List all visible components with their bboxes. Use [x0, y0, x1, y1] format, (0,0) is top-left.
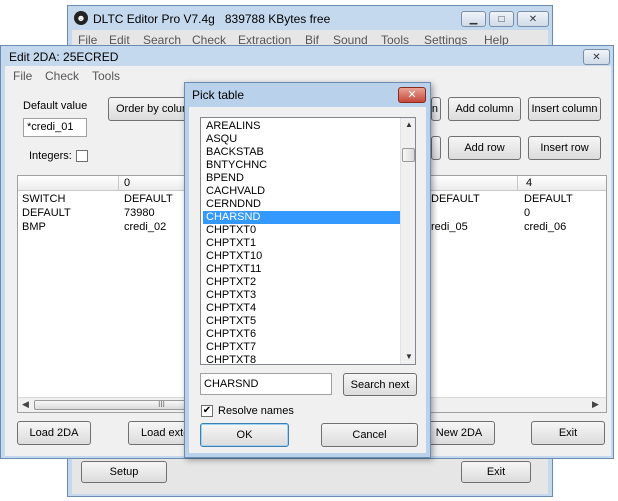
integers-checkbox[interactable] [76, 150, 88, 162]
list-item[interactable]: CHPTXT1 [203, 237, 401, 250]
cell-value[interactable]: 73980 [124, 207, 155, 219]
insert-row-button[interactable]: Insert row [528, 136, 601, 160]
insert-column-button[interactable]: Insert column [528, 97, 601, 121]
listbox-items: AREALINS ASQU BACKSTAB BNTYCHNC BPEND CACHVAL… [203, 120, 403, 364]
default-value-label: Default value [23, 100, 88, 112]
list-item[interactable]: CHPTXT3 [203, 289, 401, 302]
pick-table-dialog: Pick table ✕ AREALINS ASQU BACKSTAB BNTYCHN… [184, 82, 431, 458]
editor-menu-check[interactable]: Check [45, 69, 79, 83]
order-by-column-button[interactable]: Order by colum [108, 97, 188, 121]
list-item[interactable]: CHARSND [203, 211, 401, 224]
list-item[interactable]: AREALINS [203, 120, 401, 133]
add-column-button[interactable]: Add column [448, 97, 521, 121]
editor-menu-tools[interactable]: Tools [92, 69, 120, 83]
list-item[interactable]: CACHVALD [203, 185, 401, 198]
row-label[interactable]: SWITCH [22, 193, 65, 205]
cell-value[interactable]: DEFAULT [431, 193, 480, 205]
editor-close-button[interactable]: ✕ [583, 49, 610, 65]
list-item[interactable]: CHPTXT6 [203, 328, 401, 341]
main-window-title: DLTC Editor Pro V7.4g [93, 12, 215, 26]
search-next-button[interactable]: Search next [343, 373, 417, 396]
close-button[interactable]: ✕ [517, 11, 549, 27]
cancel-button[interactable]: Cancel [321, 423, 418, 447]
dialog-client: AREALINS ASQU BACKSTAB BNTYCHNC BPEND CACHVAL… [189, 107, 426, 453]
dialog-title: Pick table [192, 88, 245, 102]
list-item[interactable]: CHPTXT10 [203, 250, 401, 263]
dialog-close-button[interactable]: ✕ [398, 87, 426, 103]
minimize-icon: ▁ [469, 13, 478, 25]
resolve-names-checkbox[interactable]: ✔ [201, 405, 213, 417]
scroll-down-icon[interactable]: ▼ [405, 352, 413, 361]
editor-window-title: Edit 2DA: 25ECRED [9, 50, 119, 64]
checkmark-icon: ✔ [202, 405, 212, 416]
list-item[interactable]: CHPTXT0 [203, 224, 401, 237]
row-label[interactable]: DEFAULT [22, 207, 71, 219]
maximize-button[interactable]: □ [489, 11, 514, 27]
scroll-grip-icon: III [158, 400, 165, 409]
main-exit-button[interactable]: Exit [461, 461, 531, 483]
table-listbox[interactable]: AREALINS ASQU BACKSTAB BNTYCHNC BPEND CACHVAL… [200, 117, 416, 365]
new-2da-button[interactable]: New 2DA [423, 421, 495, 445]
list-item[interactable]: CHPTXT7 [203, 341, 401, 354]
add-row-button[interactable]: Add row [448, 136, 521, 160]
load-2da-button[interactable]: Load 2DA [17, 421, 91, 445]
default-value-input[interactable]: *credi_01 [23, 118, 87, 137]
list-item[interactable]: CHPTXT2 [203, 276, 401, 289]
setup-button[interactable]: Setup [81, 461, 167, 483]
scrollbar-thumb[interactable] [402, 148, 415, 162]
close-icon: ✕ [592, 51, 601, 63]
minimize-button[interactable]: ▁ [461, 11, 486, 27]
cell-value[interactable]: DEFAULT [124, 193, 173, 205]
header-col-4[interactable]: 4 [526, 177, 532, 189]
close-icon: ✕ [528, 13, 538, 25]
memory-status: 839788 KBytes free [224, 12, 331, 26]
list-item[interactable]: CHPTXT5 [203, 315, 401, 328]
list-item[interactable]: BACKSTAB [203, 146, 401, 159]
app-logo-icon: ☻ [74, 11, 88, 25]
header-col-0[interactable]: 0 [124, 177, 130, 189]
list-item[interactable]: ASQU [203, 133, 401, 146]
scroll-right-icon[interactable]: ▶ [592, 399, 599, 410]
vertical-scrollbar[interactable]: ▲ ▼ [400, 118, 415, 364]
table-search-input[interactable]: CHARSND [200, 373, 332, 395]
editor-menu-file[interactable]: File [13, 69, 32, 83]
list-item[interactable]: CHPTXT11 [203, 263, 401, 276]
cell-value[interactable]: credi_02 [124, 221, 166, 233]
list-item[interactable]: BNTYCHNC [203, 159, 401, 172]
maximize-icon: □ [498, 13, 505, 25]
row-label[interactable]: BMP [22, 221, 46, 233]
list-item[interactable]: CHPTXT8 [203, 354, 401, 364]
list-item[interactable]: CHPTXT4 [203, 302, 401, 315]
cell-value[interactable]: redi_05 [431, 221, 468, 233]
cell-value[interactable]: DEFAULT [524, 193, 573, 205]
ok-button[interactable]: OK [200, 423, 289, 447]
list-item[interactable]: CERNDND [203, 198, 401, 211]
editor-exit-button[interactable]: Exit [531, 421, 605, 445]
scroll-left-icon[interactable]: ◀ [22, 399, 29, 410]
close-icon: ✕ [407, 89, 417, 101]
row-action-button[interactable] [431, 136, 441, 160]
cell-value[interactable]: 0 [524, 207, 530, 219]
column-action-button[interactable]: n [431, 97, 441, 121]
scroll-up-icon[interactable]: ▲ [405, 120, 413, 129]
resolve-names-label: Resolve names [218, 405, 294, 417]
cell-value[interactable]: credi_06 [524, 221, 566, 233]
list-item[interactable]: BPEND [203, 172, 401, 185]
integers-label: Integers: [29, 150, 72, 162]
